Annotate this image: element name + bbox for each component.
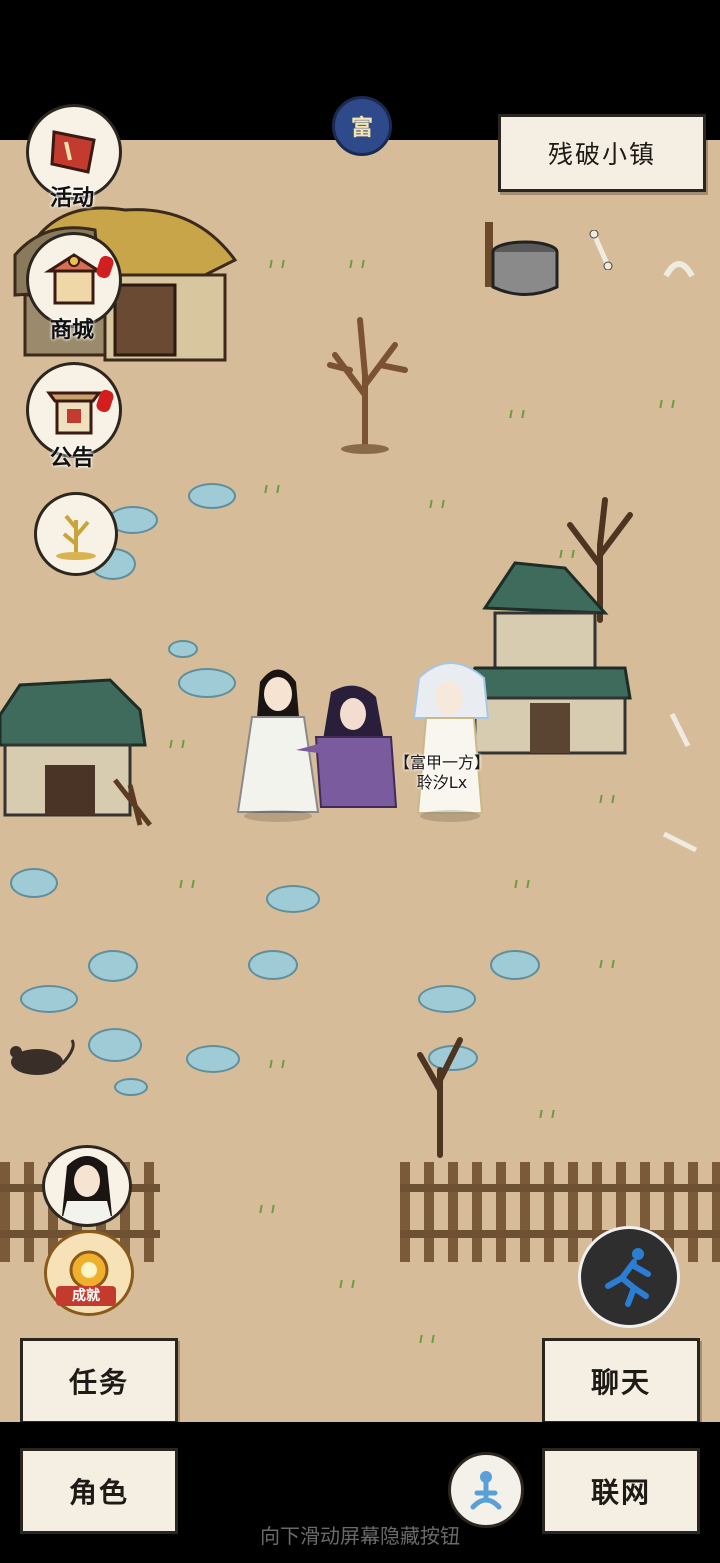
stone (10, 868, 58, 898)
stone (20, 985, 78, 1013)
grass (169, 740, 185, 748)
wooden-fence (400, 1162, 720, 1262)
shop-label: 商城 (49, 318, 94, 343)
stone (114, 1078, 148, 1096)
dead-tree (327, 317, 408, 454)
location-name: 残破小镇 (498, 114, 706, 192)
ruined-house-left[interactable] (0, 675, 160, 835)
grass (264, 485, 280, 493)
banner-icon (50, 130, 96, 174)
wealth-badge-char: 富 (350, 116, 373, 141)
stone (88, 1028, 142, 1062)
grass (179, 880, 195, 888)
grass (269, 1060, 285, 1068)
bone (663, 261, 695, 278)
stone (178, 668, 236, 698)
chat-label: 聊天 (590, 1366, 651, 1399)
bone (669, 712, 691, 748)
grass (429, 500, 445, 508)
companion-portrait-button[interactable] (42, 1145, 132, 1227)
grass (539, 1110, 555, 1118)
location-label: 残破小镇 (547, 140, 656, 169)
companion-purple-robe-female[interactable] (296, 682, 406, 817)
notice-board-icon (46, 391, 102, 435)
shop-stall-icon (43, 253, 105, 305)
notice-label: 公告 (49, 446, 94, 471)
grass (509, 410, 525, 418)
stone-well[interactable] (480, 222, 565, 302)
meditate-button[interactable] (448, 1452, 524, 1528)
running-person-icon (605, 1248, 651, 1307)
character-label: 角色 (68, 1476, 129, 1509)
grass (259, 1205, 275, 1213)
grass (659, 400, 675, 408)
hide-buttons-hint: 向下滑动屏幕隐藏按钮 (260, 1524, 460, 1548)
achievement-label: 成就 (56, 1286, 116, 1306)
stone (188, 483, 236, 509)
player-nameplate: 【富甲一方】 聆汐Lx (388, 753, 496, 793)
player-character[interactable] (404, 658, 496, 826)
grass (599, 795, 615, 803)
grass (514, 880, 530, 888)
stone (88, 950, 138, 982)
stone (248, 950, 298, 980)
wheat-icon (56, 514, 96, 560)
rat-enemy[interactable] (2, 1038, 80, 1080)
player-name: 聆汐Lx (416, 773, 468, 792)
stone (186, 1045, 240, 1073)
chat-button[interactable]: 聊天 (542, 1338, 700, 1424)
meditation-icon (470, 1471, 502, 1510)
tasks-label: 任务 (68, 1366, 129, 1399)
avatar (62, 1156, 112, 1221)
activity-label: 活动 (49, 186, 94, 211)
stone (490, 950, 540, 980)
stone (168, 640, 198, 658)
dead-tree (417, 1037, 463, 1158)
grass (269, 260, 285, 268)
grass (599, 960, 615, 968)
online-label: 联网 (590, 1476, 651, 1509)
grass (349, 260, 365, 268)
player-title: 【富甲一方】 (393, 753, 490, 772)
stone (418, 985, 476, 1013)
bone (589, 230, 613, 270)
stone (266, 885, 320, 913)
grass (419, 1335, 435, 1343)
grass (339, 1280, 355, 1288)
bone (662, 831, 698, 853)
harvest-button[interactable] (34, 492, 118, 576)
sprint-button[interactable] (578, 1226, 680, 1328)
wealth-badge[interactable]: 富 (332, 96, 392, 156)
tasks-button[interactable]: 任务 (20, 1338, 178, 1424)
